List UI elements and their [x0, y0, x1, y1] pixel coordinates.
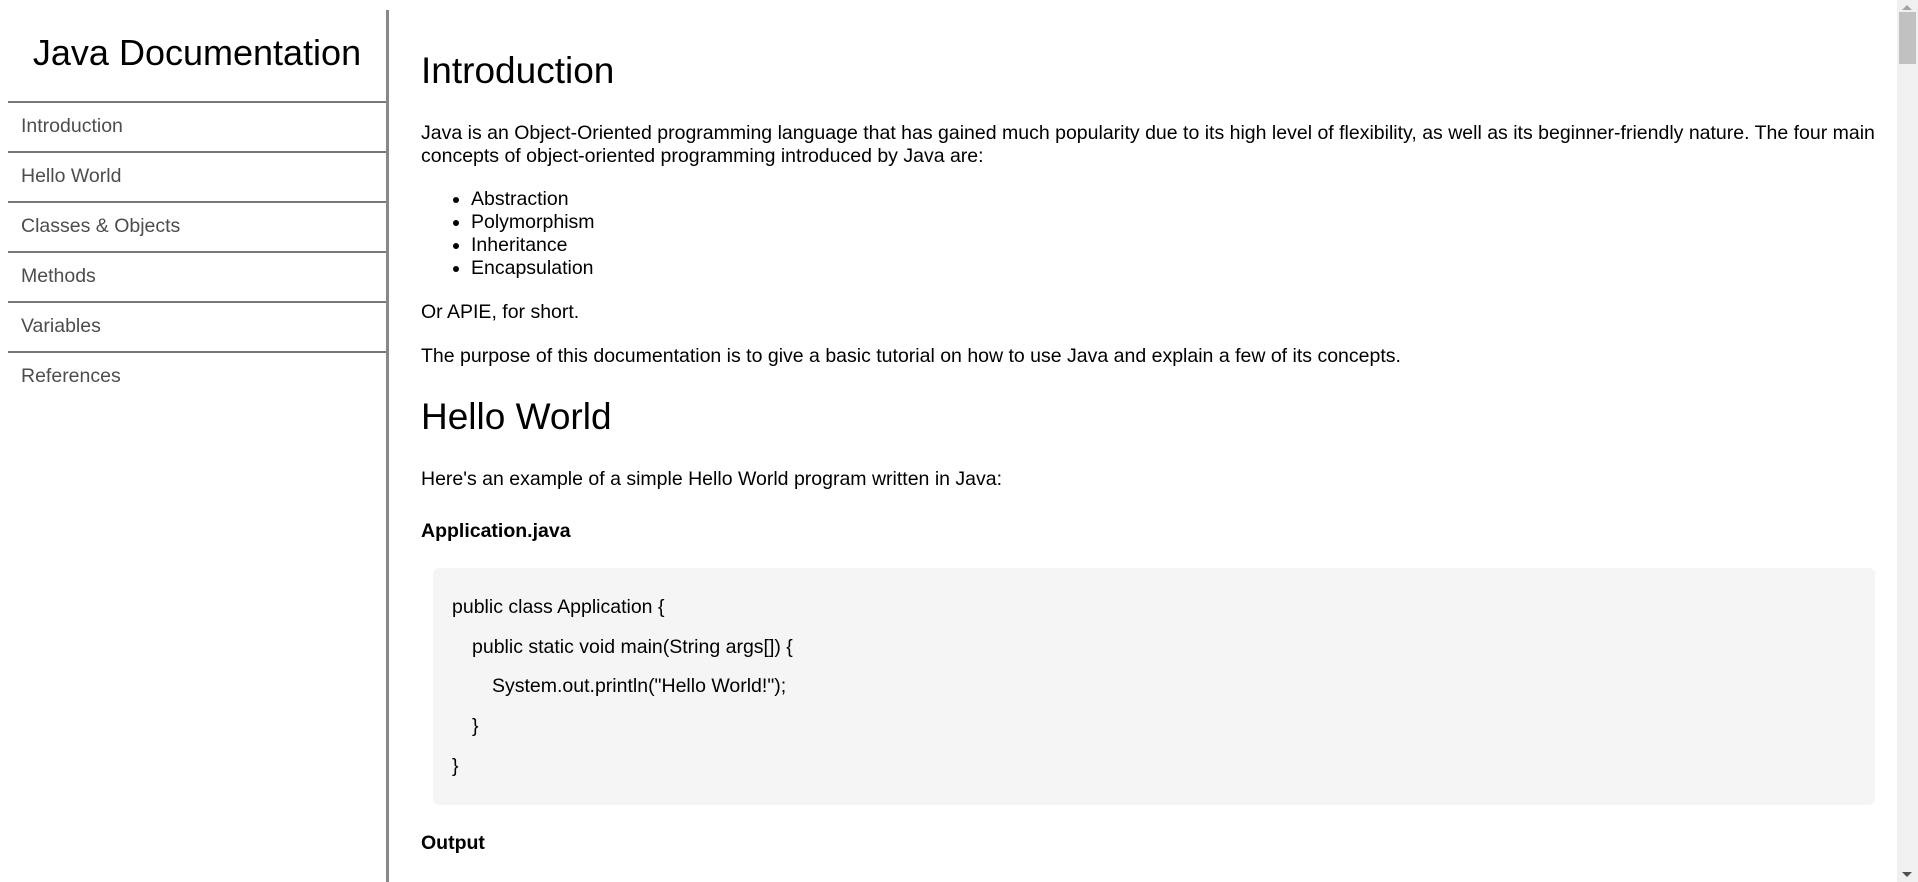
- scroll-up-arrow-icon[interactable]: [1902, 5, 1912, 10]
- list-item: Polymorphism: [471, 211, 1918, 234]
- nav-link-introduction[interactable]: Introduction: [8, 103, 386, 149]
- nav-link-variables[interactable]: Variables: [8, 303, 386, 349]
- code-line: }: [472, 715, 479, 737]
- hello-paragraph: Here's an example of a simple Hello Worl…: [421, 468, 1003, 490]
- section-heading-introduction: Introduction: [421, 50, 615, 91]
- nav-list: Introduction Hello World Classes & Objec…: [8, 101, 386, 401]
- concepts-list: Abstraction Polymorphism Inheritance Enc…: [421, 188, 1918, 280]
- code-line: }: [452, 755, 459, 777]
- list-item: Inheritance: [471, 234, 1918, 257]
- scroll-down-arrow-icon[interactable]: [1902, 872, 1912, 877]
- nav-item: Methods: [8, 251, 386, 301]
- nav-item: References: [8, 351, 386, 401]
- nav-item: Variables: [8, 301, 386, 351]
- apie-paragraph: Or APIE, for short.: [421, 301, 580, 323]
- vertical-scrollbar[interactable]: [1897, 0, 1918, 882]
- code-line: public static void main(String args[]) {: [472, 636, 793, 658]
- purpose-paragraph: The purpose of this documentation is to …: [421, 345, 1401, 367]
- code-block: public class Application { public static…: [433, 568, 1875, 805]
- scrollbar-thumb[interactable]: [1899, 12, 1916, 64]
- nav-item: Classes & Objects: [8, 201, 386, 251]
- nav-link-hello-world[interactable]: Hello World: [8, 153, 386, 199]
- nav-link-classes-objects[interactable]: Classes & Objects: [8, 203, 386, 249]
- code-line: System.out.println("Hello World!");: [492, 675, 787, 697]
- list-item: Encapsulation: [471, 257, 1918, 280]
- intro-paragraph: Java is an Object-Oriented programming l…: [421, 122, 1875, 167]
- code-line: public class Application {: [452, 596, 665, 618]
- nav-item: Hello World: [8, 151, 386, 201]
- sidebar-title: Java Documentation: [32, 32, 362, 73]
- nav-link-methods[interactable]: Methods: [8, 253, 386, 299]
- code-filename: Application.java: [421, 520, 571, 542]
- nav-item: Introduction: [8, 101, 386, 151]
- nav-link-references[interactable]: References: [8, 353, 386, 399]
- output-label: Output: [421, 832, 485, 854]
- list-item: Abstraction: [471, 188, 1918, 211]
- section-heading-hello-world: Hello World: [421, 396, 612, 437]
- sidebar: Java Documentation Introduction Hello Wo…: [8, 10, 389, 882]
